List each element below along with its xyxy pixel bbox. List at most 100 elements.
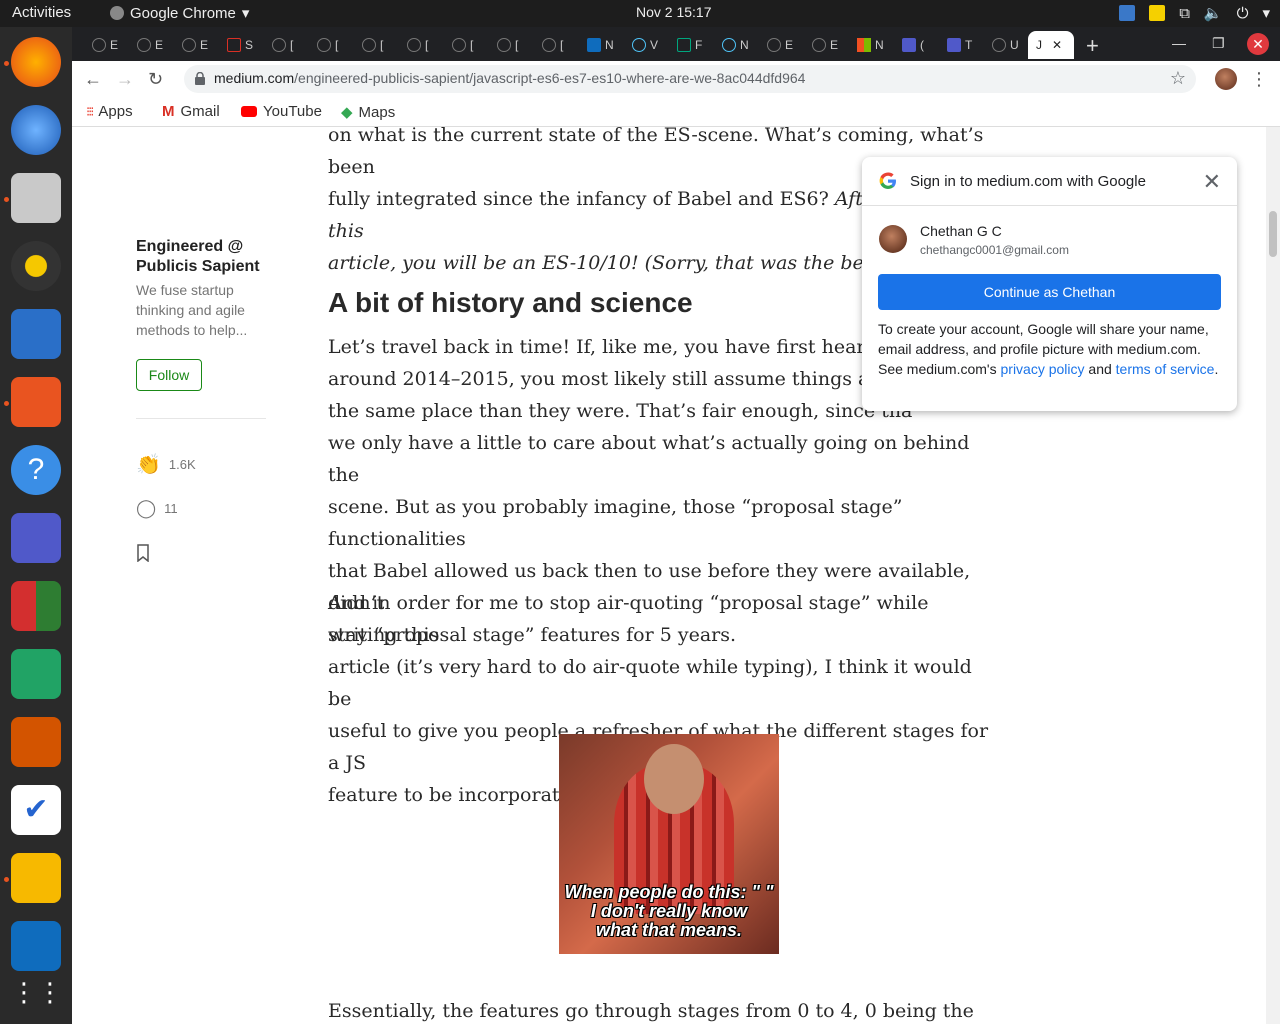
outlook-icon[interactable] [11, 921, 61, 971]
gif-caption-line: When people do this: " " [564, 882, 774, 902]
vpn-icon[interactable] [1119, 5, 1136, 21]
notes-icon[interactable] [1149, 5, 1166, 21]
browser-tab[interactable]: [ [444, 31, 473, 59]
chevron-down-icon[interactable]: ▾ [1262, 4, 1270, 22]
browser-tab[interactable]: [ [489, 31, 518, 59]
browser-tab[interactable]: [ [264, 31, 293, 59]
browser-tab[interactable]: [ [399, 31, 428, 59]
volume-icon[interactable]: 🔈 [1204, 4, 1223, 22]
text-run: fully integrated since the infancy of Ba… [328, 188, 835, 210]
rhythmbox-icon[interactable] [11, 241, 61, 291]
terms-of-service-link[interactable]: terms of service [1116, 361, 1215, 377]
tab-label: [ [335, 38, 339, 52]
close-icon[interactable]: ✕ [1203, 169, 1221, 195]
close-tab-icon[interactable]: ✕ [1052, 38, 1062, 52]
reload-button[interactable]: ↻ [148, 69, 163, 90]
browser-tab[interactable]: F [669, 31, 702, 59]
clap-count: 1.6K [168, 457, 196, 472]
tab-label: E [110, 38, 119, 52]
tab-strip: E E E S [ [ [ [ [ [ [ N V F N E E N ( T … [72, 27, 1280, 61]
browser-tab[interactable]: [ [309, 31, 338, 59]
browser-toolbar: ← → ↻ medium.com/engineered-publicis-sap… [72, 61, 1280, 97]
follow-button[interactable]: Follow [136, 359, 202, 391]
network-icon[interactable]: ⧉ [1179, 5, 1190, 22]
tab-favicon-icon [407, 38, 421, 52]
back-button[interactable]: ← [84, 69, 102, 90]
browser-tab[interactable]: E [174, 31, 208, 59]
article-gif-image: When people do this: " " I don't really … [559, 734, 779, 954]
browser-tab[interactable]: S [219, 31, 253, 59]
maximize-button[interactable]: ❐ [1212, 35, 1225, 52]
solitaire-icon[interactable] [11, 581, 61, 631]
bookmark-star-icon[interactable]: ☆ [1170, 68, 1186, 89]
browser-tab[interactable]: E [84, 31, 118, 59]
browser-tab[interactable]: E [759, 31, 793, 59]
publication-name[interactable]: Engineered @ Publicis Sapient [136, 237, 276, 277]
consent-text: To create your account, Google will shar… [878, 319, 1223, 379]
tab-favicon-icon [992, 38, 1006, 52]
browser-tab[interactable]: T [939, 31, 972, 59]
tab-label: E [830, 38, 839, 52]
address-bar[interactable]: medium.com/engineered-publicis-sapient/j… [184, 65, 1196, 93]
app-menu[interactable]: Google Chrome ▾ [110, 4, 249, 22]
bookmarks-bar: ⁝⁝⁝ Apps M Gmail YouTube ◆ Maps [72, 97, 1280, 127]
clap-button[interactable]: 👏 1.6K [136, 452, 196, 477]
chrome-menu-icon[interactable]: ⋮ [1250, 69, 1268, 90]
tab-favicon-icon [722, 38, 736, 52]
bookmark-button[interactable] [136, 544, 150, 562]
ideas-icon[interactable] [11, 853, 61, 903]
browser-tab[interactable]: N [714, 31, 749, 59]
browser-tab[interactable]: V [624, 31, 658, 59]
files-icon[interactable] [11, 173, 61, 223]
bookmark-youtube[interactable]: YouTube [241, 103, 322, 120]
power-icon[interactable]: ⏻ [1237, 5, 1249, 22]
url-domain: medium.com [214, 70, 295, 86]
browser-tab[interactable]: [ [354, 31, 383, 59]
chrome-icon [110, 6, 124, 20]
page-scrollbar[interactable] [1266, 127, 1280, 1024]
google-logo-icon [879, 172, 896, 189]
browser-tab[interactable]: ( [894, 31, 924, 59]
profile-avatar[interactable] [1215, 68, 1237, 90]
tab-label: F [695, 38, 703, 52]
clock[interactable]: Nov 2 15:17 [636, 4, 712, 20]
todo-icon[interactable]: ✔ [11, 785, 61, 835]
system-tray[interactable]: ⧉ 🔈 ⏻ ▾ [1119, 4, 1270, 22]
writer-icon[interactable] [11, 309, 61, 359]
paragraph-line: And in order for me to stop air-quoting … [328, 592, 929, 646]
forward-button[interactable]: → [116, 69, 134, 90]
browser-tab[interactable]: E [129, 31, 163, 59]
scrollbar-thumb[interactable] [1269, 211, 1277, 257]
tab-favicon-icon [92, 38, 106, 52]
show-apps-icon[interactable]: ⋮⋮⋮ [11, 972, 89, 1012]
browser-tab[interactable]: U [984, 31, 1019, 59]
new-tab-button[interactable]: + [1086, 33, 1099, 59]
tab-favicon-icon [137, 38, 151, 52]
bookmark-maps[interactable]: ◆ Maps [341, 103, 395, 122]
minimize-button[interactable]: — [1172, 35, 1186, 51]
browser-tab[interactable]: N [849, 31, 884, 59]
active-browser-tab[interactable]: J ✕ [1028, 31, 1074, 59]
url-path: /engineered-publicis-sapient/javascript-… [294, 70, 806, 86]
responses-button[interactable]: ◯ 11 [136, 498, 178, 519]
continue-button[interactable]: Continue as Chethan [878, 274, 1221, 310]
help-icon[interactable]: ? [11, 445, 61, 495]
firefox-icon[interactable] [11, 37, 61, 87]
browser-tab[interactable]: [ [534, 31, 563, 59]
bookmark-gmail[interactable]: M Gmail [162, 103, 220, 120]
activities-button[interactable]: Activities [12, 4, 71, 21]
close-window-button[interactable]: ✕ [1247, 33, 1269, 55]
teams-icon[interactable] [11, 513, 61, 563]
thunderbird-icon[interactable] [11, 105, 61, 155]
privacy-policy-link[interactable]: privacy policy [1001, 361, 1085, 377]
gif-caption-line: I don't really know [590, 901, 748, 921]
calc-icon[interactable] [11, 649, 61, 699]
browser-tab[interactable]: N [579, 31, 614, 59]
impress-icon[interactable] [11, 717, 61, 767]
software-icon[interactable] [11, 377, 61, 427]
consent-text-run: . [1214, 361, 1219, 377]
consent-text-run: and [1084, 361, 1116, 377]
browser-tab[interactable]: E [804, 31, 838, 59]
bookmark-label: Apps [98, 103, 133, 120]
bookmark-apps[interactable]: ⁝⁝⁝ Apps [86, 103, 133, 120]
